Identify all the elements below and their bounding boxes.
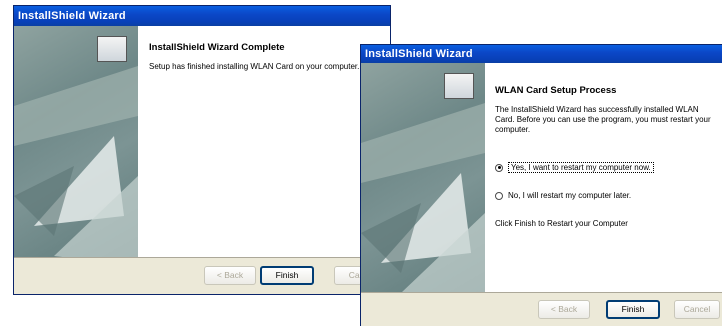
radio-unselected-icon[interactable]	[495, 191, 503, 200]
restart-later-option[interactable]: No, I will restart my computer later.	[495, 191, 631, 200]
wizard-content-panel: InstallShield Wizard Complete Setup has …	[14, 26, 390, 258]
wlan-card-setup-window: InstallShield Wizard WLAN Card Setup Pro…	[360, 44, 722, 326]
wizard-message: The InstallShield Wizard has successfull…	[495, 105, 711, 134]
restart-now-option[interactable]: Yes, I want to restart my computer now.	[495, 162, 654, 173]
wizard-heading: WLAN Card Setup Process	[495, 85, 617, 96]
back-button[interactable]: < Back	[204, 266, 256, 285]
window-title-bar: InstallShield Wizard	[361, 45, 722, 63]
installer-logo-icon	[444, 73, 474, 99]
back-button[interactable]: < Back	[538, 300, 590, 319]
wizard-side-banner	[361, 63, 485, 293]
restart-now-label: Yes, I want to restart my computer now.	[508, 162, 654, 173]
finish-instruction: Click Finish to Restart your Computer	[495, 219, 628, 228]
window-title-bar: InstallShield Wizard	[14, 6, 390, 26]
restart-later-label: No, I will restart my computer later.	[508, 191, 632, 200]
wizard-side-banner	[14, 26, 138, 258]
installer-logo-icon	[97, 36, 127, 62]
finish-button[interactable]: Finish	[260, 266, 314, 285]
button-bar: < Back Finish Cancel	[361, 292, 722, 326]
installshield-wizard-complete-window: InstallShield Wizard InstallShield Wizar…	[13, 5, 391, 295]
button-bar: < Back Finish Cancel	[14, 257, 390, 294]
wizard-heading: InstallShield Wizard Complete	[149, 42, 285, 53]
cancel-button[interactable]: Cancel	[674, 300, 720, 319]
wizard-content-panel: WLAN Card Setup Process The InstallShiel…	[361, 63, 722, 293]
finish-button[interactable]: Finish	[606, 300, 660, 319]
radio-selected-icon[interactable]	[495, 163, 503, 172]
wizard-message: Setup has finished installing WLAN Card …	[149, 62, 360, 71]
